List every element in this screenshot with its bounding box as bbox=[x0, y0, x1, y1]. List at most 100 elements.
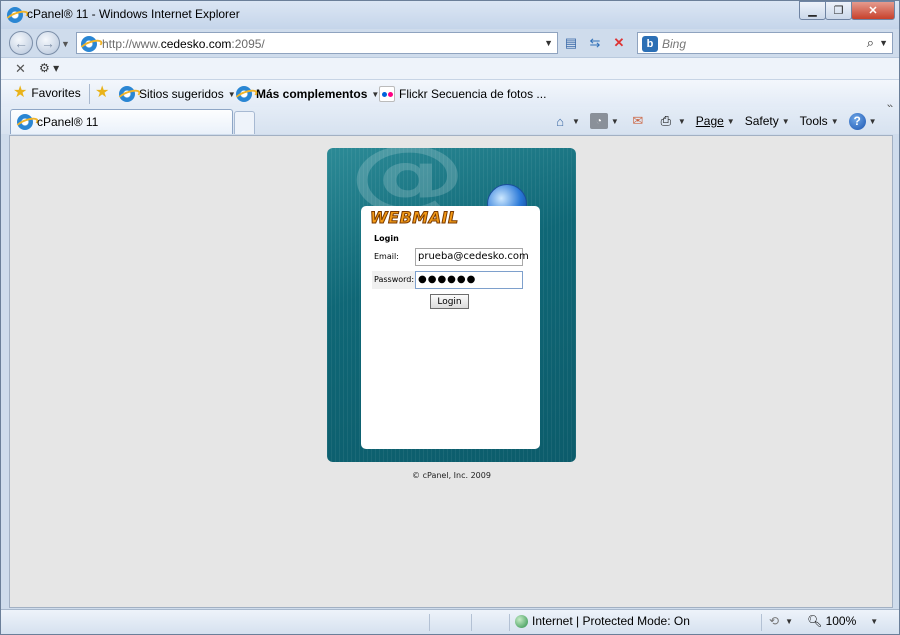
back-arrow-icon: ← bbox=[14, 35, 28, 51]
favorites-bar: ★ Favorites ★ Sitios sugeridos ▼ Más com… bbox=[1, 79, 899, 107]
window-title: cPanel® 11 - Windows Internet Explorer bbox=[27, 7, 240, 21]
zoom-level: 100% bbox=[825, 614, 857, 628]
close-button[interactable]: ✕ bbox=[851, 1, 895, 20]
favorites-label: Favorites bbox=[31, 86, 81, 100]
chevron-down-icon: ▼ bbox=[610, 116, 619, 126]
print-button[interactable]: ⎙ ▼ bbox=[657, 113, 686, 129]
status-bar: Internet | Protected Mode: On ⟲ ▼ 🔍︎ 100… bbox=[1, 609, 899, 634]
address-bar[interactable]: http://www.cedesko.com:2095/ ▼ bbox=[76, 32, 558, 54]
refresh-icon[interactable]: ⇆ bbox=[585, 33, 605, 53]
email-field[interactable]: prueba@cedesko.com bbox=[415, 248, 529, 266]
page-icon bbox=[81, 36, 97, 52]
zoom-dropdown-icon[interactable]: ▼ bbox=[870, 617, 878, 626]
compatibility-view-icon[interactable]: ▤ bbox=[561, 33, 581, 53]
ie-icon bbox=[7, 7, 23, 23]
status-divider bbox=[509, 614, 510, 631]
password-row: Password: ●●●●●● bbox=[372, 271, 523, 289]
zoom-control[interactable]: 🔍︎ 100% bbox=[807, 614, 856, 628]
chevron-down-icon: ▼ bbox=[868, 116, 877, 126]
chevron-down-icon[interactable]: ▼ bbox=[785, 617, 793, 626]
minimize-button[interactable]: ▁ bbox=[799, 1, 826, 20]
tab-cpanel[interactable]: cPanel® 11 bbox=[10, 109, 233, 134]
restore-button[interactable]: ❐ bbox=[825, 1, 852, 20]
chevron-down-icon: ▼ bbox=[677, 116, 686, 126]
favorites-divider bbox=[89, 84, 90, 104]
zoom-icon: 🔍︎ bbox=[806, 614, 823, 628]
add-ons-icon[interactable]: ⟲ bbox=[769, 614, 779, 628]
webmail-login-card: @ WEBMAIL Login Email: prueba@cedesko.co… bbox=[327, 148, 576, 462]
search-icon[interactable]: ⌕ bbox=[867, 35, 874, 51]
home-icon: ⌂ bbox=[556, 113, 564, 129]
address-dropdown-icon[interactable]: ▼ bbox=[544, 38, 553, 48]
add-to-favorites-bar-button[interactable]: ★ bbox=[95, 84, 110, 101]
close-toolbar-icon[interactable]: ✕ bbox=[15, 61, 26, 77]
help-icon: ? bbox=[848, 112, 866, 130]
tab-label: cPanel® 11 bbox=[37, 115, 99, 129]
convert-icon[interactable]: ⚙ ▾ bbox=[39, 61, 59, 75]
safety-menu[interactable]: Safety ▼ bbox=[745, 114, 790, 128]
mail-icon: ✉ bbox=[632, 113, 644, 128]
tools-menu[interactable]: Tools ▼ bbox=[800, 114, 839, 128]
email-row: Email: prueba@cedesko.com bbox=[372, 248, 529, 266]
chevron-down-icon: ▼ bbox=[726, 116, 735, 126]
chevron-down-icon: ▼ bbox=[830, 116, 839, 126]
recent-pages-dropdown[interactable]: ▼ bbox=[61, 39, 70, 49]
stop-icon[interactable]: ✕ bbox=[609, 33, 629, 53]
suggested-sites-item[interactable]: Sitios sugeridos ▼ bbox=[119, 86, 236, 102]
rss-feed-icon: ◔ bbox=[589, 113, 608, 129]
chevron-down-icon: ▼ bbox=[781, 116, 790, 126]
browser-window: cPanel® 11 - Windows Internet Explorer ▁… bbox=[0, 0, 900, 635]
title-bar: cPanel® 11 - Windows Internet Explorer ▁… bbox=[1, 1, 899, 29]
printer-icon: ⎙ bbox=[660, 113, 672, 128]
back-button[interactable]: ← bbox=[9, 31, 33, 55]
status-divider bbox=[761, 614, 762, 631]
login-heading: Login bbox=[374, 234, 399, 243]
command-row: ✕ ⚙ ▾ bbox=[1, 57, 899, 79]
security-zone[interactable]: Internet | Protected Mode: On bbox=[515, 614, 690, 628]
chevron-down-icon: ▼ bbox=[572, 116, 580, 126]
add-favorite-star-icon: ★ bbox=[95, 84, 110, 101]
password-field[interactable]: ●●●●●● bbox=[415, 271, 523, 289]
status-divider bbox=[429, 614, 430, 631]
suggested-sites-label: Sitios sugeridos bbox=[139, 87, 224, 101]
status-divider bbox=[471, 614, 472, 631]
favorites-button[interactable]: ★ Favorites bbox=[13, 84, 81, 101]
command-bar: ⌂ ▼ ◔ ▼ ✉ ⎙ ▼ Page ▼ Safety ▼ Tools ▼ ? … bbox=[551, 111, 887, 131]
favorites-star-icon: ★ bbox=[13, 84, 28, 101]
more-addons-label: Más complementos bbox=[256, 87, 368, 101]
safety-menu-label: Safety bbox=[744, 114, 779, 128]
search-options-dropdown-icon[interactable]: ▼ bbox=[879, 38, 888, 48]
webmail-logo: WEBMAIL bbox=[370, 208, 459, 228]
help-menu[interactable]: ? ▼ bbox=[848, 112, 877, 130]
page-menu[interactable]: Page ▼ bbox=[696, 114, 735, 128]
security-zone-label: Internet | Protected Mode: On bbox=[532, 614, 690, 628]
status-right-tools: ⟲ ▼ 🔍︎ 100% ▼ bbox=[769, 614, 878, 628]
home-button[interactable]: ⌂ ▼ bbox=[551, 113, 580, 129]
forward-arrow-icon: → bbox=[41, 35, 55, 51]
login-panel: WEBMAIL Login Email: prueba@cedesko.com … bbox=[361, 206, 540, 449]
flickr-icon bbox=[379, 86, 395, 102]
page-content: @ WEBMAIL Login Email: prueba@cedesko.co… bbox=[9, 135, 893, 608]
tab-row: cPanel® 11 ⌂ ▼ ◔ ▼ ✉ ⎙ ▼ Page ▼ Safety ▼… bbox=[1, 107, 899, 134]
copyright-text: © cPanel, Inc. 2009 bbox=[412, 471, 491, 480]
email-label: Email: bbox=[374, 252, 399, 261]
tab-ie-icon bbox=[17, 114, 33, 130]
internet-zone-icon bbox=[515, 614, 528, 628]
page-menu-label: Page bbox=[695, 114, 724, 128]
search-box[interactable]: b Bing ⌕ ▼ bbox=[637, 32, 893, 54]
ie-icon bbox=[236, 86, 252, 102]
flickr-item[interactable]: Flickr Secuencia de fotos ... bbox=[379, 86, 546, 102]
flickr-label: Flickr Secuencia de fotos ... bbox=[399, 87, 547, 101]
forward-button[interactable]: → bbox=[36, 31, 60, 55]
password-label: Password: bbox=[374, 275, 415, 284]
more-addons-item[interactable]: Más complementos ▼ bbox=[236, 86, 379, 102]
feeds-button[interactable]: ◔ ▼ bbox=[589, 113, 619, 129]
address-url[interactable]: http://www.cedesko.com:2095/ bbox=[102, 37, 265, 51]
ie-icon bbox=[119, 86, 135, 102]
navigation-bar: ← → ▼ http://www.cedesko.com:2095/ ▼ ▤ ⇆… bbox=[1, 29, 899, 57]
search-placeholder[interactable]: Bing bbox=[662, 37, 686, 51]
new-tab-button[interactable] bbox=[234, 111, 255, 134]
login-button[interactable]: Login bbox=[430, 294, 469, 309]
read-mail-button[interactable]: ✉ bbox=[629, 113, 647, 129]
tools-menu-label: Tools bbox=[799, 114, 828, 128]
